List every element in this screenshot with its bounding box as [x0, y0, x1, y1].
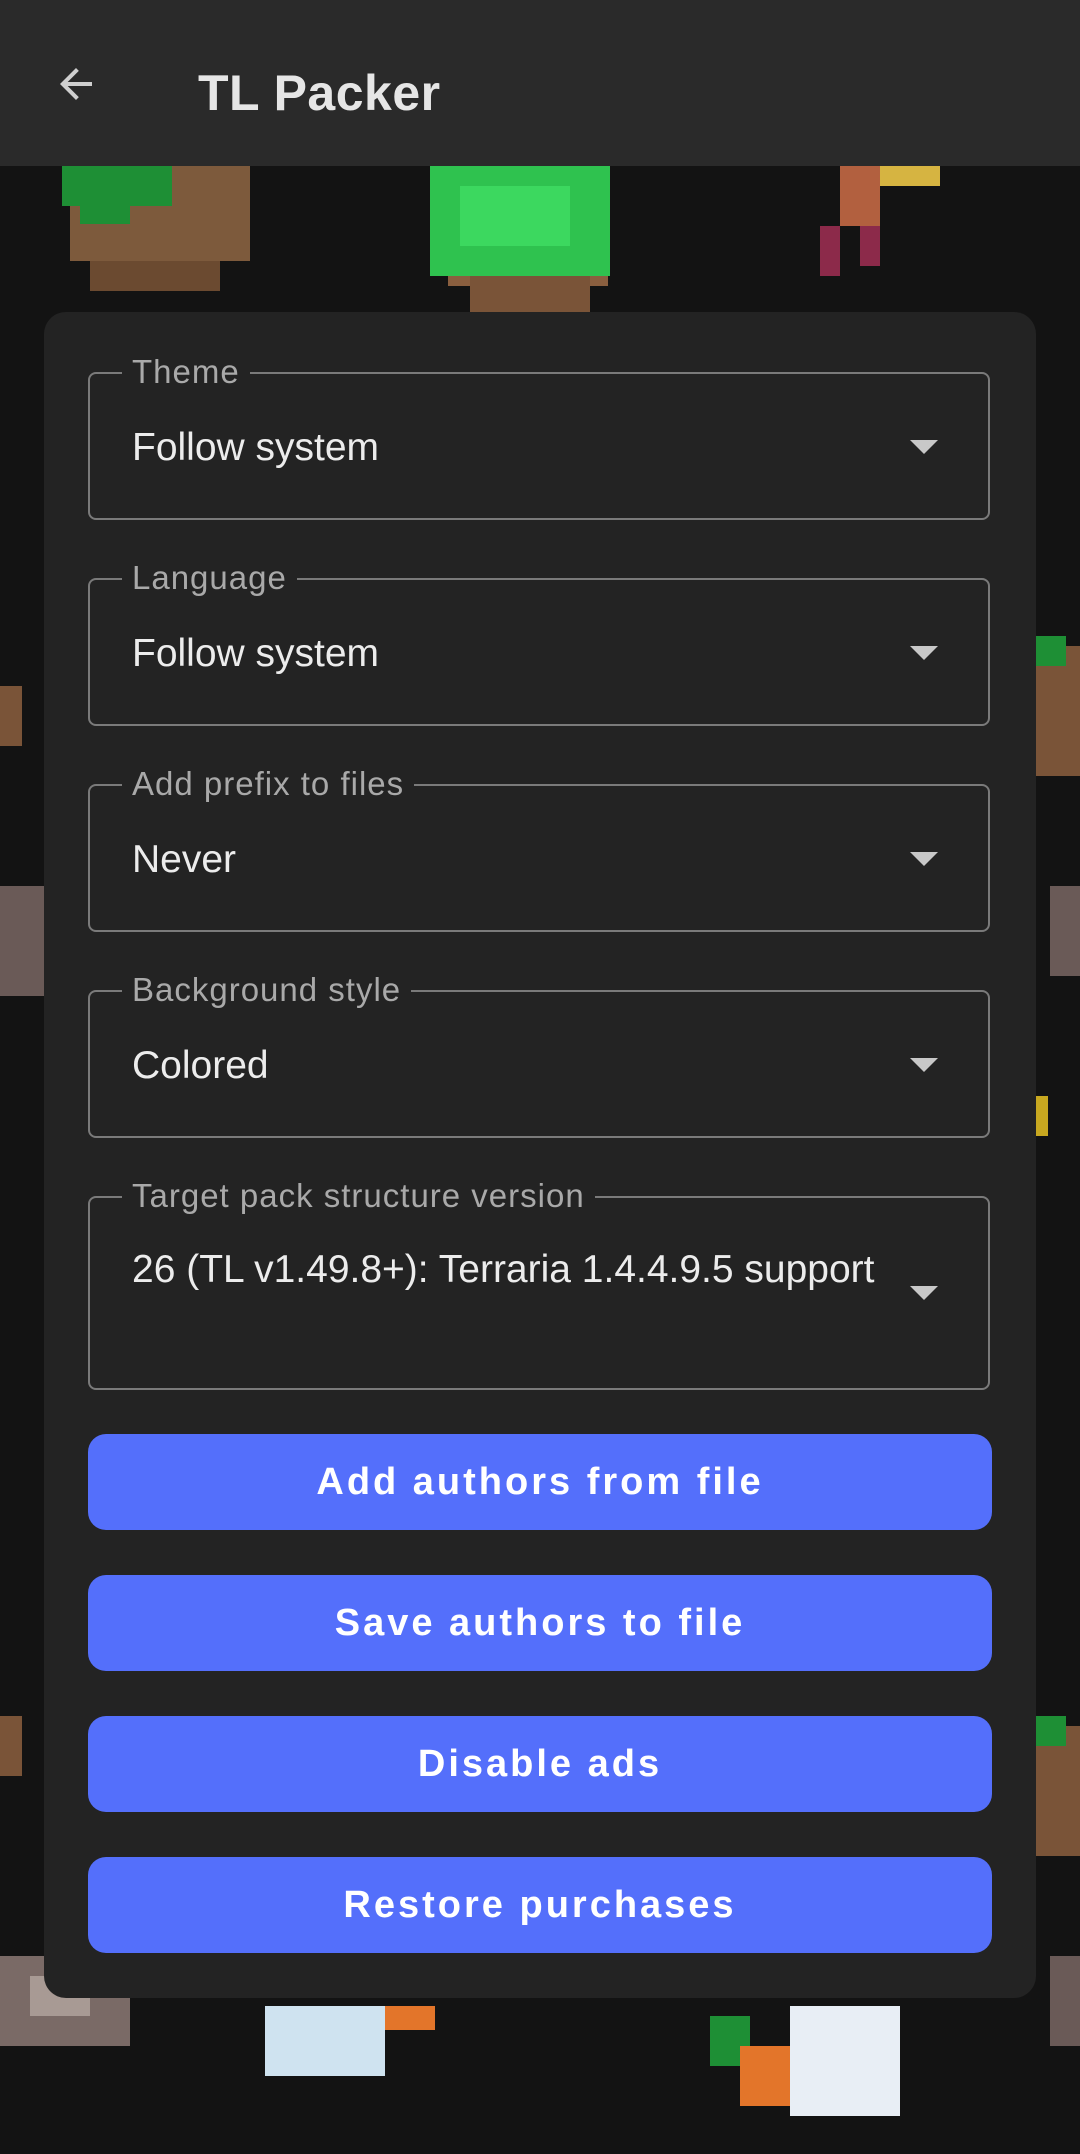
add-authors-button[interactable]: Add authors from file	[88, 1434, 992, 1530]
dirt-edge-decoration	[0, 1716, 22, 1776]
prefix-value: Never	[132, 838, 237, 881]
dirt-edge-decoration	[0, 686, 22, 746]
arrow-back-icon	[60, 68, 92, 100]
critter-edge-decoration	[1050, 886, 1080, 976]
language-value: Follow system	[132, 632, 380, 675]
dirt-block-decoration	[62, 166, 250, 291]
settings-screen: TL Packer Theme Follow system Language F…	[0, 0, 1080, 2154]
structure-version-dropdown[interactable]: Target pack structure version 26 (TL v1.…	[88, 1174, 990, 1390]
dropdown-arrow-icon	[910, 1058, 938, 1072]
dropdown-arrow-icon	[910, 852, 938, 866]
dropdown-arrow-icon	[910, 440, 938, 454]
theme-value: Follow system	[132, 426, 380, 469]
background-style-dropdown[interactable]: Background style Colored	[88, 968, 990, 1138]
grass-block-decoration	[430, 166, 610, 316]
dropdown-arrow-icon	[910, 646, 938, 660]
page-title: TL Packer	[198, 65, 441, 121]
app-bar: TL Packer	[0, 0, 1080, 166]
disable-ads-button[interactable]: Disable ads	[88, 1716, 992, 1812]
coin-edge-decoration	[1036, 1096, 1048, 1136]
grass-edge-decoration	[1036, 1716, 1066, 1746]
background-style-value: Colored	[132, 1044, 269, 1087]
structure-version-value: 26 (TL v1.49.8+): Terraria 1.4.4.9.5 sup…	[132, 1248, 875, 1291]
grass-edge-decoration	[1036, 636, 1066, 666]
language-label: Language	[122, 556, 297, 600]
language-dropdown[interactable]: Language Follow system	[88, 556, 990, 726]
prefix-label: Add prefix to files	[122, 762, 415, 806]
dropdown-arrow-icon	[910, 1286, 938, 1300]
theme-dropdown[interactable]: Theme Follow system	[88, 350, 990, 520]
back-button[interactable]	[40, 48, 112, 120]
restore-purchases-button[interactable]: Restore purchases	[88, 1857, 992, 1953]
save-authors-button[interactable]: Save authors to file	[88, 1575, 992, 1671]
settings-card: Theme Follow system Language Follow syst…	[44, 312, 1036, 1998]
background-style-label: Background style	[122, 968, 412, 1012]
structure-version-label: Target pack structure version	[122, 1174, 595, 1218]
theme-label: Theme	[122, 350, 250, 394]
character-decoration	[820, 166, 940, 276]
critter-edge-decoration	[0, 886, 44, 996]
prefix-dropdown[interactable]: Add prefix to files Never	[88, 762, 990, 932]
